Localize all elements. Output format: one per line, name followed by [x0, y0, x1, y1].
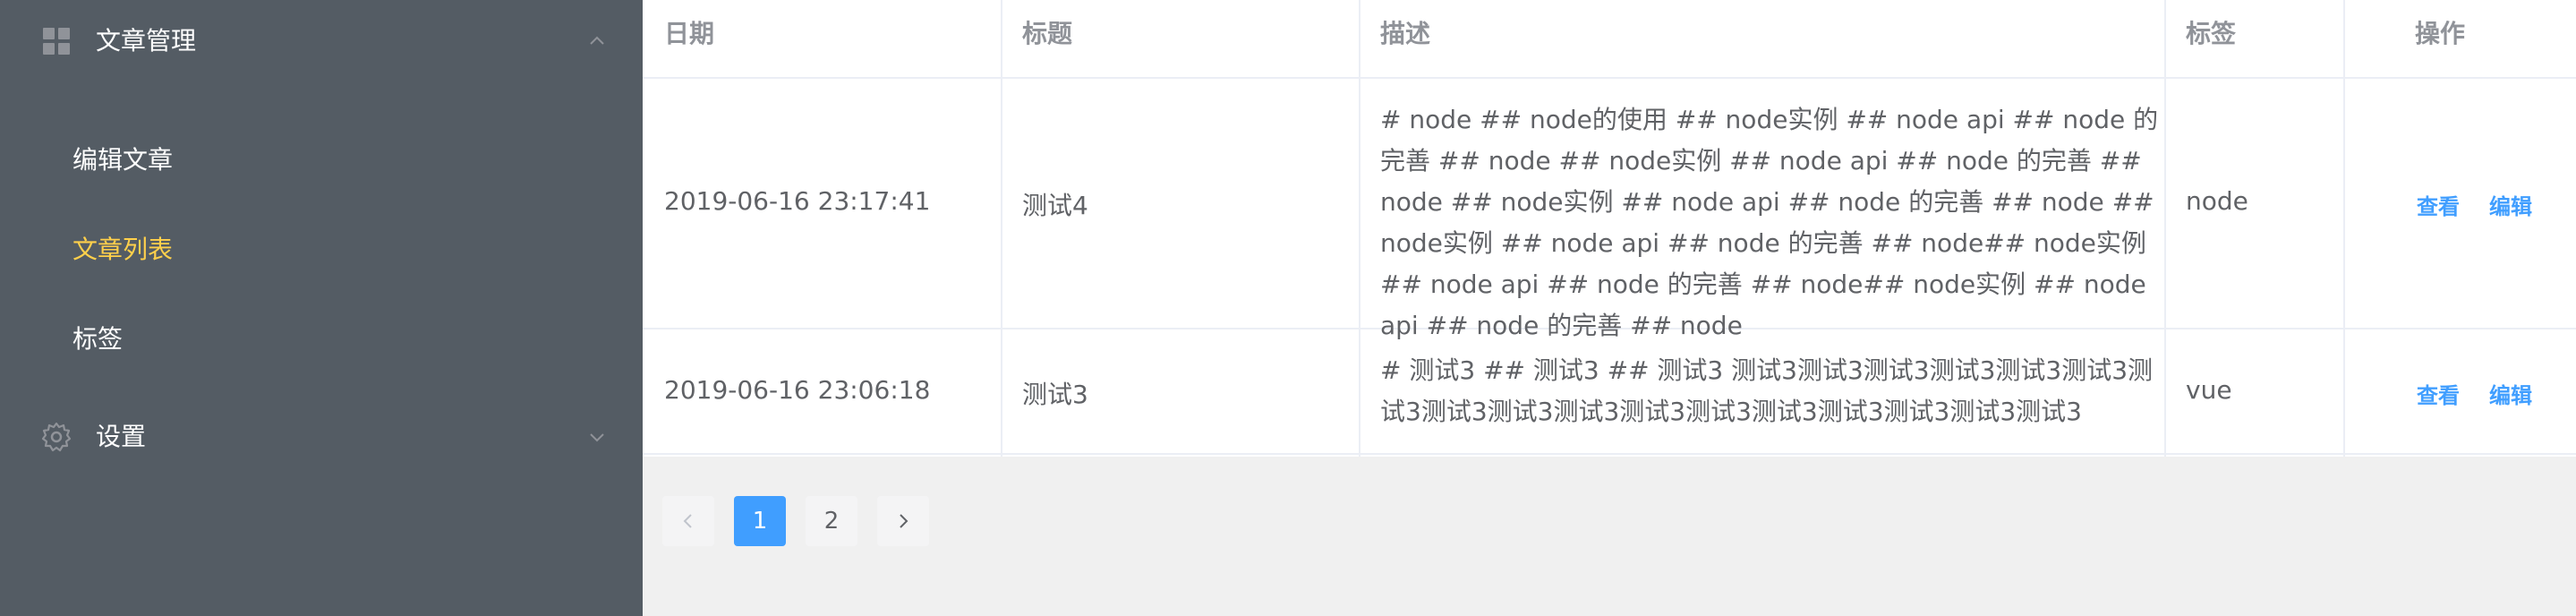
cell-date: 2019-06-16 23:17:41 [664, 186, 931, 216]
cell-title: 测试4 [1022, 191, 1088, 220]
view-link[interactable]: 查看 [2417, 189, 2460, 220]
edit-link[interactable]: 编辑 [2489, 378, 2532, 409]
sidebar-item-label: 标签 [73, 324, 124, 354]
grid-icon [43, 28, 70, 55]
edit-link[interactable]: 编辑 [2489, 189, 2532, 220]
sidebar-item-label: 文章列表 [73, 235, 174, 264]
cell-desc: # node ## node的使用 ## node实例 ## node api … [1380, 105, 2159, 340]
page-button-2[interactable]: 2 [806, 496, 857, 546]
column-header-title[interactable]: 标题 [1022, 0, 1072, 77]
cell-tag: vue [2186, 375, 2232, 405]
column-header-tag[interactable]: 标签 [2186, 0, 2236, 77]
chevron-left-icon [683, 514, 692, 528]
chevron-down-icon [586, 426, 608, 448]
sidebar-item-tags[interactable]: 标签 [0, 295, 643, 384]
sidebar: 文章管理 编辑文章 文章列表 标签 设置 [0, 0, 643, 616]
menu-group-article-management[interactable]: 文章管理 [0, 0, 643, 82]
cell-title: 测试3 [1022, 380, 1088, 409]
menu-group-title: 设置 [96, 422, 147, 451]
column-header-desc[interactable]: 描述 [1380, 0, 1430, 77]
next-page-button[interactable] [877, 496, 929, 546]
chevron-right-icon [900, 514, 908, 528]
menu-group-settings[interactable]: 设置 [0, 396, 643, 478]
cell-date: 2019-06-16 23:06:18 [664, 375, 931, 405]
sidebar-item-label: 编辑文章 [73, 145, 174, 175]
page-button-1[interactable]: 1 [734, 496, 786, 546]
menu-group-title: 文章管理 [96, 26, 197, 56]
chevron-up-icon [586, 30, 608, 52]
cell-tag: node [2186, 186, 2248, 216]
column-header-date[interactable]: 日期 [664, 0, 714, 77]
gear-icon [40, 421, 73, 453]
sidebar-item-edit-article[interactable]: 编辑文章 [0, 116, 643, 205]
column-header-action: 操作 [2415, 19, 2466, 48]
sidebar-item-article-list[interactable]: 文章列表 [0, 205, 643, 295]
view-link[interactable]: 查看 [2417, 378, 2460, 409]
article-table: 日期 标题 描述 标签 操作 2019-06-16 23:17:41 测试4 #… [643, 0, 2576, 457]
cell-desc: # 测试3 ## 测试3 ## 测试3 测试3测试3测试3测试3测试3测试3测试… [1380, 355, 2154, 426]
prev-page-button[interactable] [662, 496, 714, 546]
